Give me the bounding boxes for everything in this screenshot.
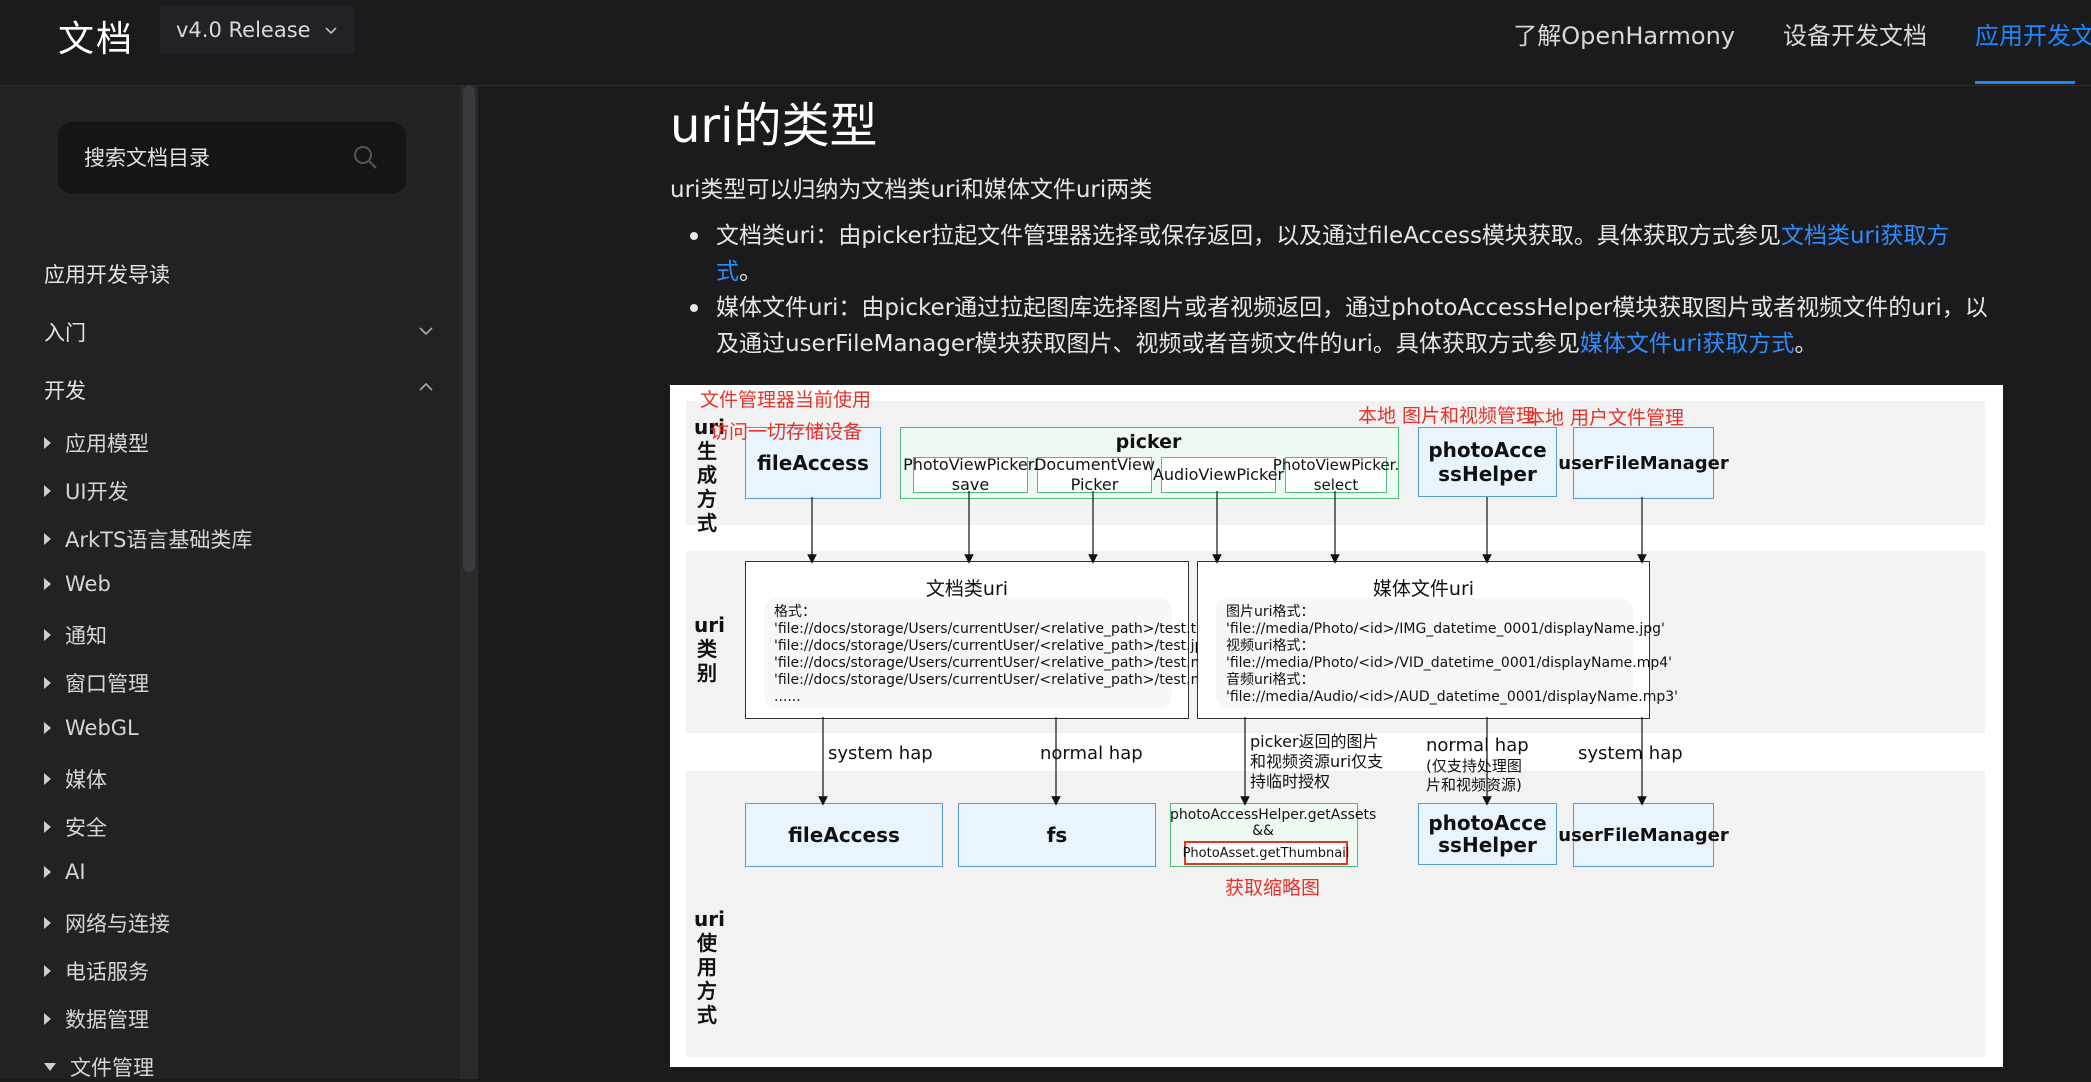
sidebar-sub-item[interactable]: 文件管理 (44, 1052, 154, 1082)
nav-device-docs[interactable]: 设备开发文档 (1783, 16, 1927, 84)
expand-arrow-icon (44, 773, 51, 785)
chevron-up-icon[interactable] (418, 379, 434, 395)
expand-arrow-icon (44, 821, 51, 833)
expand-arrow-icon (44, 866, 51, 878)
sidebar-sub-item[interactable]: 媒体 (44, 764, 107, 794)
expand-arrow-icon (44, 578, 51, 590)
sidebar-item-getting-started[interactable]: 入门 (44, 317, 86, 347)
sidebar-sub-item[interactable]: 窗口管理 (44, 668, 149, 698)
main-content: uri的类型 uri类型可以归纳为文档类uri和媒体文件uri两类 文档类uri… (478, 86, 2091, 1079)
expand-arrow-icon (44, 722, 51, 734)
chevron-down-icon (324, 27, 337, 35)
sidebar-item-guide[interactable]: 应用开发导读 (44, 259, 170, 289)
sidebar-item-develop[interactable]: 开发 (44, 375, 86, 405)
sidebar-sub-item[interactable]: 数据管理 (44, 1004, 149, 1034)
sidebar-sub-item[interactable]: 通知 (44, 620, 107, 650)
search-box[interactable] (58, 122, 406, 194)
search-icon[interactable] (352, 144, 378, 170)
sidebar-sub-item[interactable]: AI (44, 860, 86, 884)
expand-arrow-icon (44, 677, 51, 689)
top-bar: 文档 v4.0 Release 了解OpenHarmony 设备开发文档 应用开… (0, 0, 2091, 86)
sidebar-sub-item[interactable]: Web (44, 572, 111, 596)
expand-arrow-icon (44, 533, 51, 545)
list-item: 文档类uri：由picker拉起文件管理器选择或保存返回，以及通过fileAcc… (670, 218, 1990, 290)
diagram-arrows (807, 491, 1647, 806)
sidebar-sub-item[interactable]: 电话服务 (44, 956, 149, 986)
sidebar-sub-item[interactable]: ArkTS语言基础类库 (44, 524, 252, 554)
intro-text: uri类型可以归纳为文档类uri和媒体文件uri两类 (670, 177, 1153, 203)
version-label: v4.0 Release (176, 18, 311, 42)
sidebar-sub-item[interactable]: UI开发 (44, 476, 129, 506)
sidebar-sub-item[interactable]: WebGL (44, 716, 139, 740)
search-input[interactable] (82, 145, 346, 171)
expand-arrow-icon (44, 1013, 51, 1025)
expand-arrow-icon (44, 917, 51, 929)
site-logo[interactable]: 文档 (58, 10, 134, 62)
sidebar-scrollbar-thumb[interactable] (463, 86, 475, 572)
nav-app-docs[interactable]: 应用开发文档 (1975, 16, 2091, 84)
expand-arrow-icon (44, 437, 51, 449)
media-uri-link[interactable]: 媒体文件uri获取方式 (1580, 331, 1794, 357)
nav-learn-openharmony[interactable]: 了解OpenHarmony (1513, 16, 1735, 84)
sidebar-sub-item[interactable]: 安全 (44, 812, 107, 842)
bullet-list: 文档类uri：由picker拉起文件管理器选择或保存返回，以及通过fileAcc… (670, 218, 1990, 362)
sidebar: 应用开发导读 入门 开发 应用模型 UI开发 ArkTS语言基础类库 Web 通… (0, 86, 460, 1082)
uri-types-diagram: uri生成方式 uri类别 uri使用方式 fileAccess picker … (670, 385, 2003, 1067)
expand-arrow-icon (44, 629, 51, 641)
expand-arrow-icon (44, 965, 51, 977)
collapse-arrow-icon (44, 1063, 56, 1071)
chevron-down-icon[interactable] (418, 323, 434, 339)
sidebar-sub-item[interactable]: 网络与连接 (44, 908, 170, 938)
expand-arrow-icon (44, 485, 51, 497)
sidebar-sub-item[interactable]: 应用模型 (44, 428, 149, 458)
version-selector[interactable]: v4.0 Release (160, 6, 355, 54)
page-title: uri的类型 (670, 98, 878, 154)
list-item: 媒体文件uri：由picker通过拉起图库选择图片或者视频返回，通过photoA… (670, 290, 1990, 362)
